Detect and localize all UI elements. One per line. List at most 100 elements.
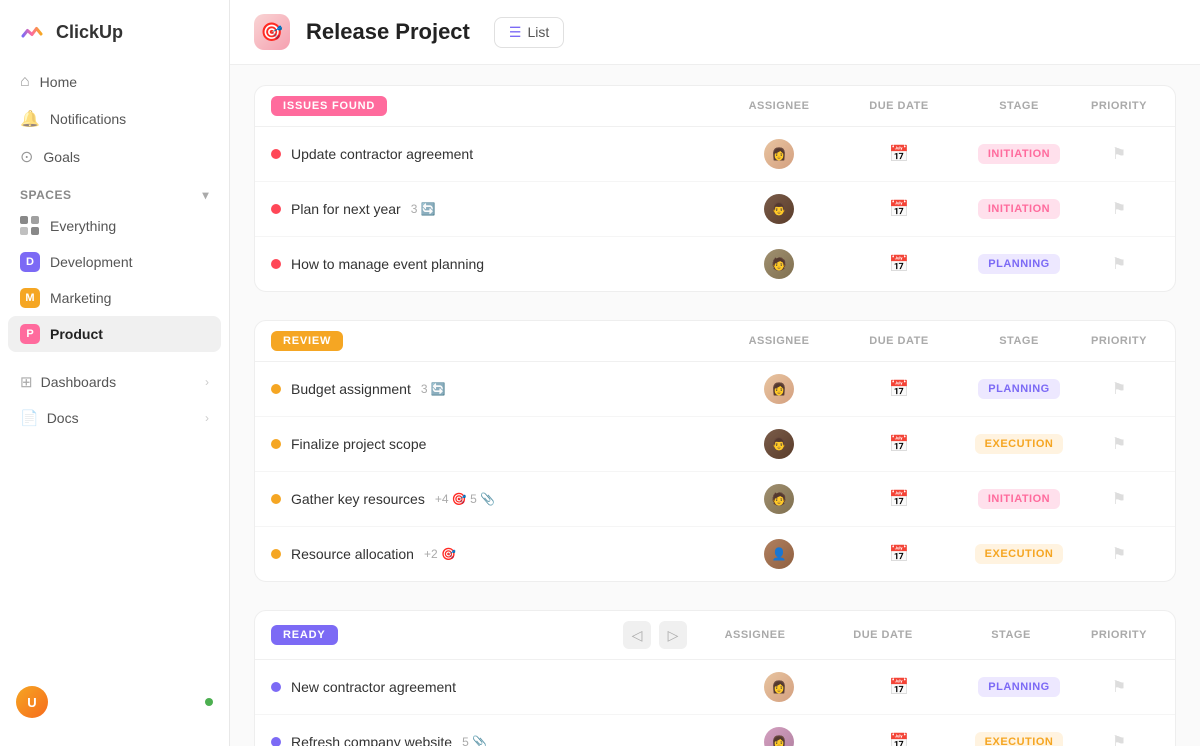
task-name: Update contractor agreement [291, 146, 473, 162]
task-priority: ⚑ [1079, 199, 1159, 219]
project-icon: 🎯 [254, 14, 290, 50]
avatar: 👩 [764, 727, 794, 746]
calendar-icon: 📅 [889, 489, 909, 509]
project-title: Release Project [306, 19, 470, 45]
col-header-stage-2: STAGE [959, 335, 1079, 347]
task-name: Budget assignment [291, 381, 411, 397]
task-date[interactable]: 📅 [839, 254, 959, 274]
priority-icon: ⚑ [1112, 434, 1126, 454]
sidebar-bottom: U [0, 674, 229, 730]
spaces-chevron[interactable]: ▾ [202, 188, 209, 202]
sidebar-item-goals[interactable]: ⊙ Goals [8, 138, 221, 176]
task-assignee: 👩 [719, 727, 839, 746]
avatar: 👨 [764, 429, 794, 459]
avatar: 👩 [764, 374, 794, 404]
sidebar-item-everything[interactable]: Everything [8, 208, 221, 244]
task-name: Gather key resources [291, 491, 425, 507]
scroll-left-btn[interactable]: ◁ [623, 621, 651, 649]
sidebar-item-marketing[interactable]: M Marketing [8, 280, 221, 316]
task-date[interactable]: 📅 [839, 677, 959, 697]
task-name: Refresh company website [291, 734, 452, 746]
task-dot-blue [271, 737, 281, 746]
development-icon: D [20, 252, 40, 272]
group-header-ready: READY ◁ ▷ ASSIGNEE DUE DATE STAGE PRIORI… [255, 611, 1175, 660]
sidebar-item-docs[interactable]: 📄 Docs › [0, 400, 229, 436]
col-header-duedate-1: DUE DATE [839, 100, 959, 112]
sidebar-item-marketing-label: Marketing [50, 290, 111, 306]
avatar: 👩 [764, 672, 794, 702]
task-priority: ⚑ [1079, 677, 1159, 697]
group-issues: ISSUES FOUND ASSIGNEE DUE DATE STAGE PRI… [254, 85, 1176, 292]
docs-icon: 📄 [20, 409, 39, 427]
task-name: Plan for next year [291, 201, 401, 217]
avatar: 👩 [764, 139, 794, 169]
task-name: New contractor agreement [291, 679, 456, 695]
dashboards-label: Dashboards [41, 374, 117, 390]
task-count: +4 🎯 5 📎 [435, 492, 495, 506]
task-dot-yellow [271, 439, 281, 449]
task-count: +2 🎯 [424, 547, 456, 561]
task-date[interactable]: 📅 [839, 489, 959, 509]
goal-icon: ⊙ [20, 147, 33, 167]
group-header-review: REVIEW ASSIGNEE DUE DATE STAGE PRIORITY [255, 321, 1175, 362]
list-view-tab[interactable]: ☰ List [494, 17, 564, 48]
content-area: ISSUES FOUND ASSIGNEE DUE DATE STAGE PRI… [230, 65, 1200, 746]
priority-icon: ⚑ [1112, 489, 1126, 509]
stage-badge: INITIATION [978, 144, 1060, 164]
marketing-icon: M [20, 288, 40, 308]
ready-badge: READY [271, 625, 338, 645]
issues-badge: ISSUES FOUND [271, 96, 387, 116]
col-header-stage-3: STAGE [951, 629, 1071, 641]
list-view-label: List [527, 24, 549, 40]
sidebar-item-product[interactable]: P Product [8, 316, 221, 352]
task-stage: EXECUTION [959, 732, 1079, 746]
task-date[interactable]: 📅 [839, 434, 959, 454]
task-assignee: 👤 [719, 539, 839, 569]
task-date[interactable]: 📅 [839, 379, 959, 399]
logo-text: ClickUp [56, 22, 123, 43]
user-status-dot [205, 698, 213, 706]
task-stage: INITIATION [959, 144, 1079, 164]
group-ready: READY ◁ ▷ ASSIGNEE DUE DATE STAGE PRIORI… [254, 610, 1176, 746]
task-row: Gather key resources +4 🎯 5 📎 🧑 📅 INITIA… [255, 472, 1175, 527]
task-date[interactable]: 📅 [839, 199, 959, 219]
task-row: Update contractor agreement 👩 📅 INITIATI… [255, 127, 1175, 182]
task-date[interactable]: 📅 [839, 544, 959, 564]
sidebar-item-dashboards[interactable]: ⊞ Dashboards › [0, 364, 229, 400]
user-avatar[interactable]: U [16, 686, 48, 718]
sidebar-item-development[interactable]: D Development [8, 244, 221, 280]
stage-badge: INITIATION [978, 489, 1060, 509]
col-header-priority-1: PRIORITY [1079, 100, 1159, 112]
task-row: New contractor agreement 👩 📅 PLANNING ⚑ [255, 660, 1175, 715]
priority-icon: ⚑ [1112, 199, 1126, 219]
sidebar-item-home[interactable]: ⌂ Home [8, 64, 221, 100]
calendar-icon: 📅 [889, 254, 909, 274]
scroll-right-btn[interactable]: ▷ [659, 621, 687, 649]
task-stage: EXECUTION [959, 544, 1079, 564]
task-stage: PLANNING [959, 379, 1079, 399]
spaces-header: Spaces ▾ [0, 176, 229, 208]
calendar-icon: 📅 [889, 199, 909, 219]
task-priority: ⚑ [1079, 254, 1159, 274]
task-row: How to manage event planning 🧑 📅 PLANNIN… [255, 237, 1175, 291]
task-assignee: 👩 [719, 374, 839, 404]
clickup-logo-icon [16, 16, 48, 48]
sidebar-item-notifications[interactable]: 🔔 Notifications [8, 100, 221, 138]
task-priority: ⚑ [1079, 379, 1159, 399]
dashboards-chevron: › [205, 375, 209, 389]
task-priority: ⚑ [1079, 732, 1159, 746]
task-priority: ⚑ [1079, 489, 1159, 509]
main-content: 🎯 Release Project ☰ List ISSUES FOUND AS… [230, 0, 1200, 746]
logo-container[interactable]: ClickUp [0, 16, 229, 64]
avatar: 👨 [764, 194, 794, 224]
task-count: 3 🔄 [411, 202, 436, 216]
task-stage: EXECUTION [959, 434, 1079, 454]
task-date[interactable]: 📅 [839, 732, 959, 746]
sidebar-item-everything-label: Everything [50, 218, 116, 234]
col-header-assignee-1: ASSIGNEE [719, 100, 839, 112]
stage-badge: PLANNING [978, 677, 1059, 697]
task-row: Resource allocation +2 🎯 👤 📅 EXECUTION ⚑ [255, 527, 1175, 581]
task-assignee: 🧑 [719, 249, 839, 279]
priority-icon: ⚑ [1112, 544, 1126, 564]
task-date[interactable]: 📅 [839, 144, 959, 164]
